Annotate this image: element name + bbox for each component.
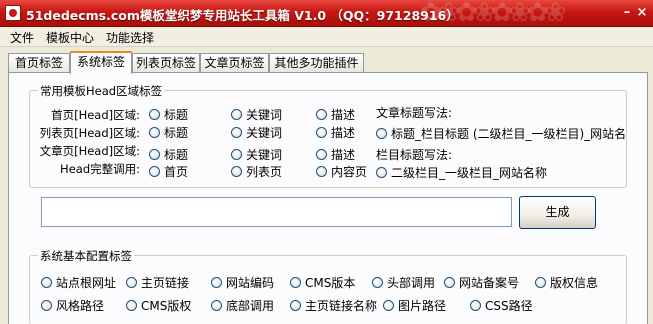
close-button[interactable]: × — [631, 3, 653, 23]
radio-copyright-info[interactable]: 版权信息 — [535, 274, 598, 291]
radio-circle-icon — [376, 167, 387, 178]
radio-circle-icon — [149, 149, 160, 160]
radio-circle-icon — [376, 128, 387, 139]
radio-head-content[interactable]: 内容页 — [316, 163, 367, 180]
row-label-home-head: 首页[Head]区域: — [51, 108, 140, 122]
radio-head-home[interactable]: 首页 — [149, 163, 188, 180]
radio-style-path[interactable]: 风格路径 — [41, 297, 104, 314]
radio-home-title[interactable]: 标题 — [149, 106, 188, 123]
menu-bar: 文件 模板中心 功能选择 — [0, 27, 653, 47]
titlebar-decoration: ✿❀✿❀✿❀✿❀ — [420, 0, 566, 27]
radio-article-title-format[interactable]: 标题_栏目标题 (二级栏目_一级栏目)_网站名 — [376, 125, 626, 142]
menu-file[interactable]: 文件 — [10, 29, 34, 46]
radio-home-keywords[interactable]: 关键词 — [231, 106, 282, 123]
radio-list-keywords[interactable]: 关键词 — [231, 124, 282, 141]
output-textbox[interactable] — [41, 197, 512, 227]
radio-site-encoding[interactable]: 网站编码 — [211, 274, 274, 291]
radio-header-include[interactable]: 头部调用 — [372, 274, 435, 291]
radio-home-link[interactable]: 主页链接 — [126, 274, 189, 291]
radio-circle-icon — [316, 127, 327, 138]
radio-circle-icon — [126, 277, 137, 288]
system-group-title: 系统基本配置标签 — [38, 248, 134, 264]
radio-circle-icon — [231, 166, 242, 177]
window-title: 51dedecms.com模板堂织梦专用站长工具箱 V1.0 （QQ：97128… — [26, 8, 459, 23]
radio-circle-icon — [126, 300, 137, 311]
radio-home-link-name[interactable]: 主页链接名称 — [290, 297, 377, 314]
radio-article-title[interactable]: 标题 — [149, 146, 188, 163]
radio-footer-include[interactable]: 底部调用 — [211, 297, 274, 314]
radio-list-description[interactable]: 描述 — [316, 124, 355, 141]
app-icon — [5, 5, 21, 21]
tab-home[interactable]: 首页标签 — [8, 53, 70, 73]
radio-circle-icon — [316, 149, 327, 160]
radio-column-title-format[interactable]: 二级栏目_一级栏目_网站名称 — [376, 164, 547, 181]
tab-plugins[interactable]: 其他多功能插件 — [269, 53, 364, 73]
head-group-title: 常用模板Head区域标签 — [38, 83, 165, 99]
radio-circle-icon — [444, 277, 455, 288]
radio-circle-icon — [41, 300, 52, 311]
radio-image-path[interactable]: 图片路径 — [383, 297, 446, 314]
radio-circle-icon — [149, 166, 160, 177]
radio-icp-number[interactable]: 网站备案号 — [444, 274, 519, 291]
row-label-list-head: 列表页[Head]区域: — [39, 126, 140, 140]
radio-cms-copyright[interactable]: CMS版权 — [126, 297, 191, 314]
row-label-article-head: 文章页[Head]区域: — [39, 144, 140, 158]
radio-site-root-url[interactable]: 站点根网址 — [41, 274, 116, 291]
radio-head-list[interactable]: 列表页 — [231, 163, 282, 180]
tab-list[interactable]: 列表页标签 — [132, 53, 200, 73]
radio-cms-version[interactable]: CMS版本 — [290, 274, 355, 291]
radio-circle-icon — [316, 109, 327, 120]
radio-circle-icon — [231, 149, 242, 160]
menu-function-select[interactable]: 功能选择 — [106, 29, 154, 46]
generate-button[interactable]: 生成 — [519, 196, 596, 229]
tab-article[interactable]: 文章页标签 — [200, 53, 269, 73]
tab-system[interactable]: 系统标签 — [70, 51, 132, 74]
radio-circle-icon — [149, 127, 160, 138]
radio-circle-icon — [535, 277, 546, 288]
radio-article-description[interactable]: 描述 — [316, 146, 355, 163]
radio-circle-icon — [211, 300, 222, 311]
radio-css-path[interactable]: CSS路径 — [470, 297, 533, 314]
column-title-format-label: 栏目标题写法: — [376, 148, 453, 162]
title-bar: 51dedecms.com模板堂织梦专用站长工具箱 V1.0 （QQ：97128… — [0, 0, 653, 27]
radio-circle-icon — [383, 300, 394, 311]
radio-article-keywords[interactable]: 关键词 — [231, 146, 282, 163]
radio-home-description[interactable]: 描述 — [316, 106, 355, 123]
radio-circle-icon — [211, 277, 222, 288]
row-label-head-full: Head完整调用: — [60, 162, 140, 176]
radio-circle-icon — [231, 127, 242, 138]
radio-circle-icon — [149, 109, 160, 120]
radio-circle-icon — [316, 166, 327, 177]
article-title-format-label: 文章标题写法: — [376, 106, 453, 120]
radio-circle-icon — [470, 300, 481, 311]
menu-template-center[interactable]: 模板中心 — [46, 29, 94, 46]
radio-list-title[interactable]: 标题 — [149, 124, 188, 141]
radio-circle-icon — [41, 277, 52, 288]
radio-circle-icon — [290, 277, 301, 288]
radio-circle-icon — [231, 109, 242, 120]
radio-circle-icon — [372, 277, 383, 288]
radio-circle-icon — [290, 300, 301, 311]
